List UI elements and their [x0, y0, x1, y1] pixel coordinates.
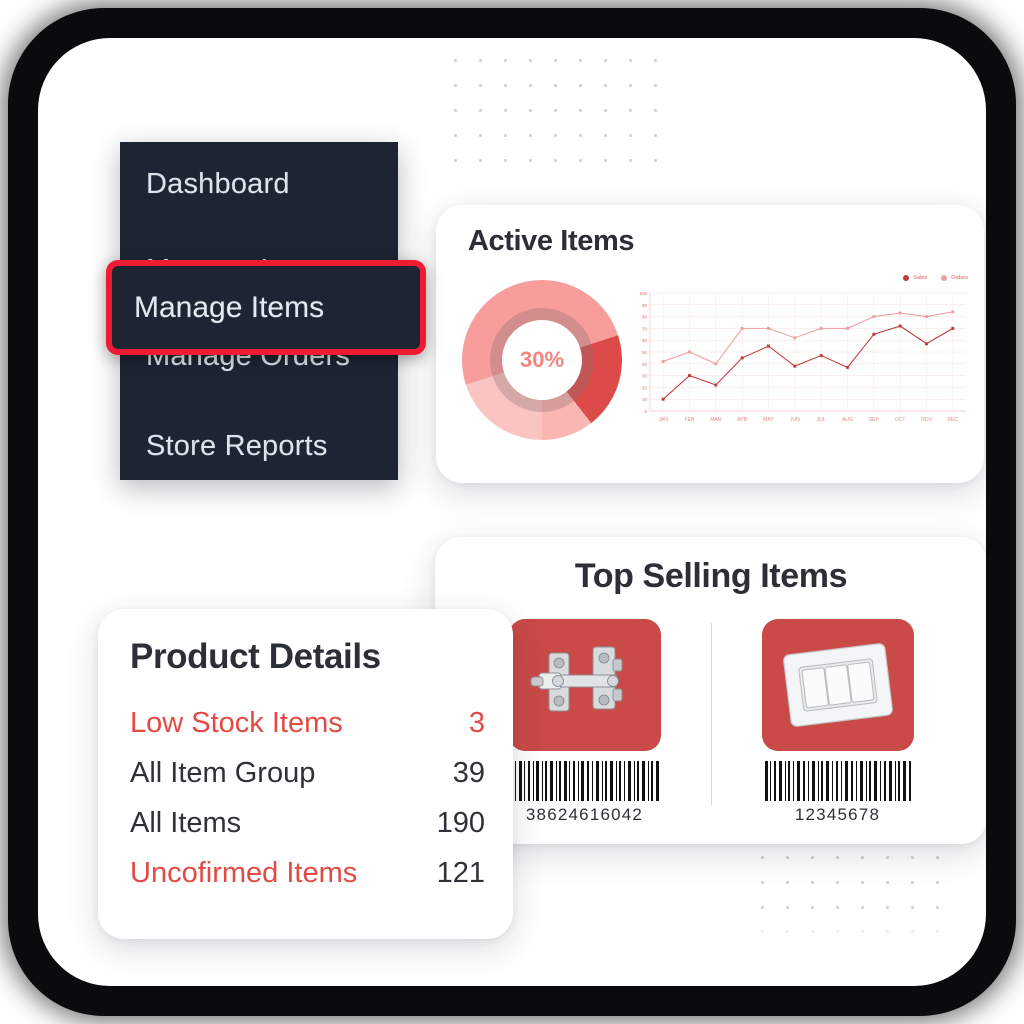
detail-value: 121: [436, 857, 485, 889]
product-divider: [710, 623, 712, 805]
svg-text:30: 30: [642, 374, 648, 379]
donut-center: 30%: [502, 320, 582, 400]
detail-row-all-item-group[interactable]: All Item Group 39: [130, 757, 485, 807]
detail-label: All Item Group: [130, 757, 316, 789]
svg-text:50: 50: [642, 350, 648, 355]
detail-label: Uncofirmed Items: [130, 857, 358, 889]
top-selling-items-card: Top Selling Items 38624616042 12345678: [435, 537, 986, 844]
barcode-image: [508, 761, 661, 801]
product-image-tile: [761, 619, 914, 751]
product-details-card: Product Details Low Stock Items 3 All It…: [98, 609, 513, 939]
svg-text:SEP: SEP: [869, 417, 880, 423]
donut-percent-label: 30%: [519, 347, 565, 372]
svg-text:90: 90: [642, 303, 648, 308]
legend-entry-orders: Orders: [941, 275, 968, 281]
detail-value: 39: [452, 757, 485, 789]
svg-text:60: 60: [642, 338, 648, 343]
active-items-donut-chart: 30%: [452, 275, 632, 450]
product-details-title: Product Details: [130, 637, 381, 676]
legend-label-orders: Orders: [951, 275, 968, 281]
product-barcode-number: 38624616042: [525, 805, 644, 824]
svg-text:70: 70: [642, 326, 648, 331]
sidebar-item-store-reports[interactable]: Store Reports: [120, 410, 398, 482]
chart-legend: Sales Orders: [903, 275, 968, 281]
detail-value: 3: [468, 707, 485, 739]
svg-text:40: 40: [642, 362, 648, 367]
light-switch-icon: [782, 643, 893, 727]
detail-row-low-stock-items[interactable]: Low Stock Items 3: [130, 707, 485, 757]
active-items-title: Active Items: [468, 225, 635, 257]
top-selling-items-title: Top Selling Items: [574, 557, 848, 595]
svg-text:100: 100: [639, 291, 647, 296]
product-item-door-latch[interactable]: 38624616042: [487, 619, 683, 825]
legend-swatch-orders: [941, 275, 948, 281]
barcode-image: [761, 761, 914, 801]
svg-text:APR: APR: [737, 417, 748, 423]
top-selling-products-row: 38624616042 12345678: [435, 619, 986, 825]
svg-text:JAN: JAN: [658, 417, 668, 423]
active-items-line-chart: Sales Orders 100 90 80 70 60 50 40 30 20 10 0 JAN FE…: [632, 275, 972, 435]
svg-text:OCT: OCT: [895, 417, 906, 423]
legend-entry-sales: Sales: [903, 275, 927, 281]
svg-text:AUG: AUG: [842, 417, 853, 423]
sidebar-selected-item-label: Manage Items: [134, 290, 325, 324]
product-details-list: Low Stock Items 3 All Item Group 39 All …: [130, 707, 485, 907]
svg-text:NOV: NOV: [921, 417, 933, 423]
detail-label: Low Stock Items: [130, 707, 343, 739]
detail-value: 190: [436, 807, 485, 839]
svg-text:20: 20: [642, 385, 648, 390]
product-image-tile: [508, 619, 661, 751]
svg-text:0: 0: [644, 409, 647, 414]
svg-text:10: 10: [642, 397, 648, 402]
sidebar-item-label: Dashboard: [146, 167, 290, 200]
sidebar-selected-item-highlight[interactable]: Manage Items: [106, 260, 426, 355]
line-chart-svg: 1009080706050403020100JAN FEB MAR APR MAY JUN…: [639, 291, 966, 423]
sidebar-item-dashboard[interactable]: Dashboard: [120, 148, 398, 220]
legend-label-sales: Sales: [913, 275, 928, 281]
decorative-dot-grid-top: [443, 48, 665, 163]
legend-swatch-sales: [903, 275, 910, 281]
door-latch-icon: [530, 646, 622, 712]
svg-text:DEC: DEC: [948, 417, 959, 423]
sidebar-item-label: Store Reports: [146, 429, 328, 462]
detail-label: All Items: [130, 807, 242, 839]
detail-row-all-items[interactable]: All Items 190: [130, 807, 485, 857]
svg-text:MAY: MAY: [763, 417, 774, 423]
svg-text:FEB: FEB: [685, 417, 695, 423]
svg-text:JUN: JUN: [790, 417, 800, 423]
device-frame: Dashboard Manage Items Manage Orders Sto…: [8, 8, 1016, 1016]
active-items-card: Active Items 30% Sales Orders 100 90 80 …: [436, 205, 984, 483]
product-barcode-number: 12345678: [794, 805, 881, 824]
app-canvas: Dashboard Manage Items Manage Orders Sto…: [38, 38, 986, 986]
detail-row-uncofirmed-items[interactable]: Uncofirmed Items 121: [130, 857, 485, 907]
svg-text:JUL: JUL: [817, 417, 826, 423]
svg-text:MAR: MAR: [710, 417, 722, 423]
svg-text:80: 80: [642, 315, 648, 320]
product-item-light-switch[interactable]: 12345678: [740, 619, 936, 825]
